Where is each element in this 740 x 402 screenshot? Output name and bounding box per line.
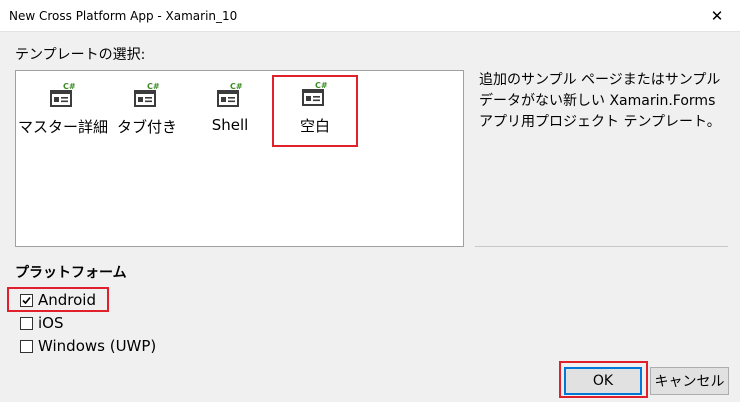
platform-section-label: プラットフォーム: [15, 265, 127, 281]
template-section-label: テンプレートの選択:: [15, 47, 146, 63]
uwp-checkbox[interactable]: [20, 339, 33, 353]
template-description: 追加のサンプル ページまたはサンプル データがない新しい Xamarin.For…: [479, 70, 729, 133]
csharp-form-icon: C#: [50, 82, 76, 107]
platform-ios[interactable]: iOS: [20, 314, 64, 332]
svg-text:C#: C#: [230, 82, 243, 91]
template-list: C# マスター詳細 C# タブ付き C# Shell C# 空白: [15, 70, 464, 247]
cancel-button[interactable]: キャンセル: [650, 367, 729, 395]
template-label: 空白: [299, 117, 330, 135]
csharp-form-icon: C#: [217, 82, 243, 107]
template-item-master-detail[interactable]: C# マスター詳細: [18, 78, 109, 146]
uwp-label: Windows (UWP): [38, 337, 157, 355]
window-title: New Cross Platform App - Xamarin_10: [9, 9, 238, 23]
csharp-form-icon: C#: [302, 81, 328, 106]
close-icon: ✕: [710, 6, 724, 25]
checkmark-icon: [22, 296, 31, 304]
template-item-blank[interactable]: C# 空白: [272, 75, 358, 147]
platform-android[interactable]: Android: [20, 291, 96, 309]
platform-windows-uwp[interactable]: Windows (UWP): [20, 337, 156, 355]
template-item-tabbed[interactable]: C# タブ付き: [111, 78, 183, 146]
svg-text:C#: C#: [147, 82, 160, 91]
template-label: マスター詳細: [18, 118, 109, 136]
template-item-shell[interactable]: C# Shell: [196, 78, 264, 146]
description-line: アプリ用プロジェクト テンプレート。: [479, 114, 721, 130]
close-button[interactable]: ✕: [694, 0, 740, 31]
template-label: タブ付き: [116, 118, 177, 136]
ios-checkbox[interactable]: [20, 316, 33, 330]
description-line: データがない新しい Xamarin.Forms: [479, 93, 716, 109]
ok-button[interactable]: OK: [564, 367, 642, 395]
description-line: 追加のサンプル ページまたはサンプル: [479, 72, 721, 88]
svg-text:C#: C#: [63, 82, 76, 91]
svg-text:C#: C#: [315, 81, 328, 90]
description-divider: [475, 246, 728, 247]
title-bar: New Cross Platform App - Xamarin_10 ✕: [0, 0, 740, 32]
csharp-form-icon: C#: [134, 82, 160, 107]
android-label: Android: [38, 291, 96, 309]
ios-label: iOS: [38, 314, 64, 332]
android-checkbox[interactable]: [20, 293, 33, 307]
template-label: Shell: [211, 116, 249, 134]
